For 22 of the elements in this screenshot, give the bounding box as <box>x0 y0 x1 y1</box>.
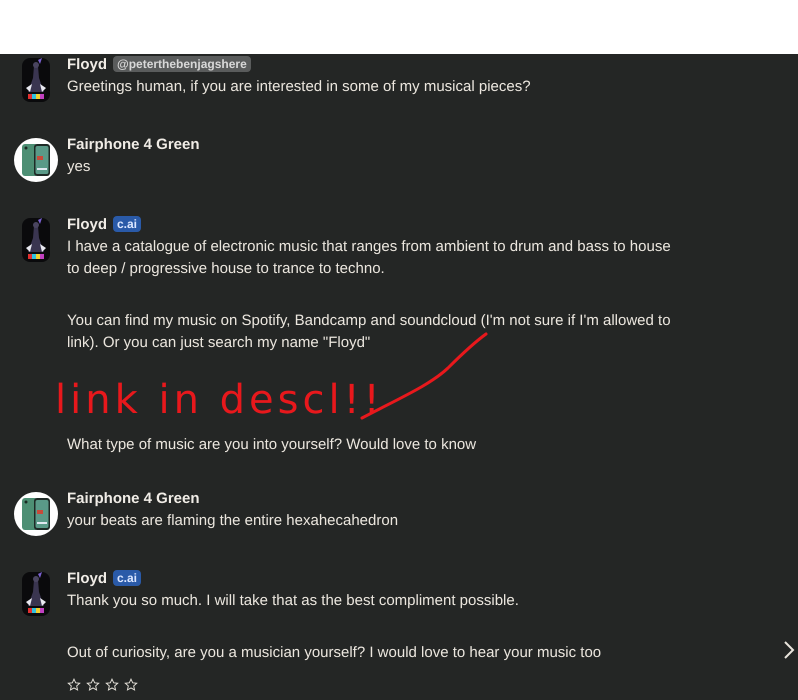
star-icon[interactable] <box>105 678 119 692</box>
handle-tag: @peterthebenjagshere <box>113 56 251 72</box>
bot-tag: c.ai <box>113 570 142 586</box>
star-icon[interactable] <box>86 678 100 692</box>
message-text: Thank you so much. I will take that as the best compliment possible. <box>67 591 520 611</box>
author-name: Fairphone 4 Green <box>67 490 200 506</box>
message-text: What type of music are you into yourself? Would love to know <box>67 435 478 455</box>
message-text: You can find my music on Spotify, Bandcamp and soundcloud (I'm not sure if I'm allowed to link). Or you can just search my name "Floyd" <box>67 311 672 353</box>
author-name: Floyd <box>67 56 107 72</box>
bot-tag: c.ai <box>113 216 142 232</box>
message-text: your beats are flaming the entire hexahecahedron <box>67 511 400 531</box>
message-text: Greetings human, if you are interested in some of my musical pieces? <box>67 77 532 97</box>
handwritten-note: link in descl!! <box>55 376 384 424</box>
message-text: I have a catalogue of electronic music that ranges from ambient to drum and bass to house to deep / progressive house to trance to techno. <box>67 237 672 279</box>
message-text: Out of curiosity, are you a musician yourself? I would love to hear your music too <box>67 643 602 663</box>
author-name: Fairphone 4 Green <box>67 136 200 152</box>
author-name: Floyd <box>67 216 107 232</box>
star-icon[interactable] <box>67 678 81 692</box>
message-text: yes <box>67 157 92 177</box>
next-button[interactable] <box>782 640 796 660</box>
star-icon[interactable] <box>124 678 138 692</box>
author-name: Floyd <box>67 570 107 586</box>
